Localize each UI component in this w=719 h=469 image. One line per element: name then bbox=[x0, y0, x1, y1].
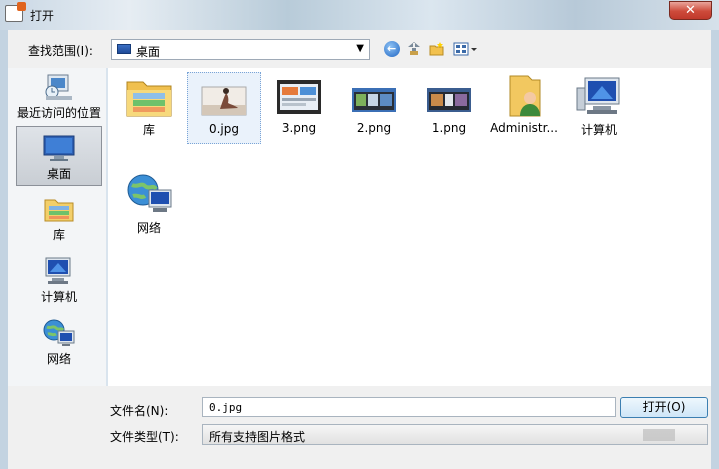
sidebar-item-recent-places[interactable]: 最近访问的位置 bbox=[16, 72, 102, 124]
sidebar-item-label: 最近访问的位置 bbox=[16, 106, 101, 120]
dialog-footer: 文件名(N): 0.jpg 打开(O) 文件类型(T): 所有支持图片格式 bbox=[8, 386, 711, 469]
sidebar-item-label: 库 bbox=[52, 228, 65, 242]
filetype-value: 所有支持图片格式 bbox=[209, 430, 306, 444]
window-frame-right bbox=[711, 30, 719, 469]
file-list[interactable]: 库 0.jpg 3.png 2.png 1.png Administr... 计… bbox=[108, 68, 711, 386]
file-label: 1.png bbox=[431, 121, 467, 135]
file-label: 3.png bbox=[281, 121, 317, 135]
sidebar-item-network[interactable]: 网络 bbox=[16, 318, 102, 368]
open-button[interactable]: 打开(O) bbox=[620, 397, 708, 418]
filename-label: 文件名(N): bbox=[110, 404, 169, 418]
computer-icon bbox=[42, 256, 76, 286]
title-bar: 打开 ✕ bbox=[0, 0, 719, 30]
window-frame-left bbox=[0, 30, 8, 469]
recent-places-icon bbox=[42, 72, 76, 102]
file-label: 2.png bbox=[356, 121, 392, 135]
file-item-libraries[interactable]: 库 bbox=[112, 74, 186, 144]
file-item-computer[interactable]: 计算机 bbox=[562, 74, 636, 144]
file-item-2-png[interactable]: 2.png bbox=[337, 74, 411, 144]
network-icon bbox=[125, 172, 173, 216]
image-thumbnail-icon bbox=[350, 74, 398, 118]
computer-icon bbox=[575, 74, 623, 118]
view-menu-icon[interactable] bbox=[453, 41, 479, 57]
network-icon bbox=[42, 318, 76, 348]
window-title: 打开 bbox=[30, 9, 55, 23]
file-item-3-png[interactable]: 3.png bbox=[262, 74, 336, 144]
close-button[interactable]: ✕ bbox=[669, 1, 712, 20]
filetype-combobox[interactable]: 所有支持图片格式 bbox=[202, 424, 708, 445]
new-folder-icon[interactable] bbox=[429, 41, 445, 57]
sidebar-item-computer[interactable]: 计算机 bbox=[16, 256, 102, 306]
look-in-value: 桌面 bbox=[136, 45, 161, 59]
image-thumbnail-icon bbox=[200, 75, 248, 119]
file-label: 库 bbox=[142, 123, 155, 137]
user-folder-icon bbox=[500, 74, 548, 118]
sidebar-item-libraries[interactable]: 库 bbox=[16, 194, 102, 244]
file-label: 0.jpg bbox=[208, 122, 240, 136]
toolbar: 查找范围(I): 桌面 ▼ ← bbox=[8, 30, 711, 68]
sidebar-item-label: 网络 bbox=[46, 352, 71, 366]
places-bar: 最近访问的位置 桌面 库 计算机 网络 bbox=[8, 68, 106, 386]
look-in-combobox[interactable]: 桌面 ▼ bbox=[111, 39, 370, 60]
look-in-label: 查找范围(I): bbox=[28, 44, 93, 58]
file-label: 网络 bbox=[136, 221, 161, 235]
sidebar-item-label: 桌面 bbox=[46, 167, 71, 181]
filetype-label: 文件类型(T): bbox=[110, 430, 179, 444]
desktop-icon bbox=[117, 44, 131, 54]
file-item-network[interactable]: 网络 bbox=[112, 172, 186, 242]
image-thumbnail-icon bbox=[275, 74, 323, 118]
image-thumbnail-icon bbox=[425, 74, 473, 118]
up-folder-icon[interactable] bbox=[406, 41, 422, 57]
sidebar-item-label: 计算机 bbox=[40, 290, 77, 304]
libraries-icon bbox=[42, 194, 76, 224]
watermark-overlay bbox=[643, 429, 675, 441]
sidebar-item-desktop[interactable]: 桌面 bbox=[16, 126, 102, 186]
desktop-icon bbox=[42, 133, 76, 163]
file-item-administrator[interactable]: Administr... bbox=[487, 74, 561, 144]
open-dialog-icon bbox=[5, 2, 26, 22]
chevron-down-icon[interactable]: ▼ bbox=[356, 43, 364, 54]
file-label: 计算机 bbox=[580, 123, 617, 137]
file-label: Administr... bbox=[490, 121, 558, 135]
libraries-folder-icon bbox=[125, 74, 173, 118]
filename-input[interactable]: 0.jpg bbox=[202, 397, 616, 417]
file-item-0-jpg[interactable]: 0.jpg bbox=[187, 72, 261, 144]
back-icon[interactable]: ← bbox=[384, 41, 400, 57]
file-item-1-png[interactable]: 1.png bbox=[412, 74, 486, 144]
